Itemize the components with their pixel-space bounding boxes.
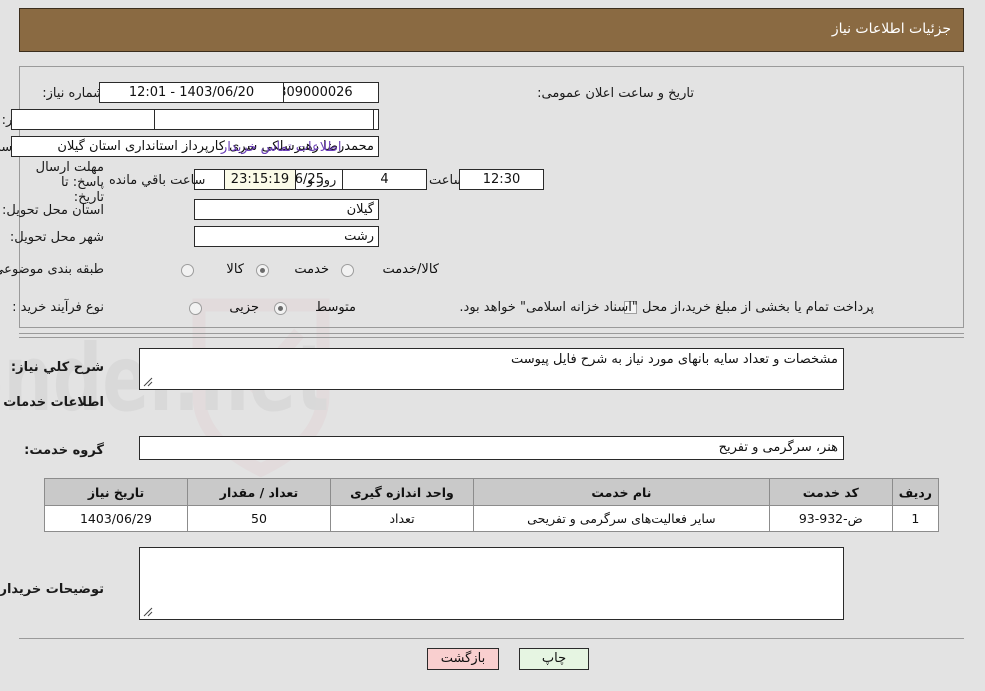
service-group-value-box[interactable]: هنر، سرگرمی و تفریح — [140, 436, 845, 460]
deadline-label: مهلت ارسال پاسخ: تا تاریخ: — [36, 160, 105, 205]
table-row: 1 ض-932-93 سایر فعالیت‌های سرگرمی و تفری… — [45, 505, 941, 532]
delivery-province-label: استان محل تحویل: — [3, 203, 105, 218]
service-group-label: گروه خدمت: — [25, 443, 105, 458]
delivery-city-value: رشت — [195, 226, 380, 247]
back-button[interactable]: بازگشت — [428, 648, 500, 670]
general-desc-value: مشخصات و تعداد سایه بانهای مورد نیاز به … — [511, 352, 839, 367]
cell-quantity: 50 — [188, 505, 332, 532]
announce-datetime-value: 1403/06/20 - 12:01 — [100, 82, 285, 103]
general-desc-textarea[interactable]: مشخصات و تعداد سایه بانهای مورد نیاز به … — [140, 348, 845, 390]
cell-need-date: 1403/06/29 — [45, 505, 189, 532]
services-heading: اطلاعات خدمات مورد نیاز — [0, 395, 105, 410]
panel-divider-2 — [20, 337, 965, 338]
islamic-treasury-note-text: پرداخت تمام یا بخشی از مبلغ خرید،از محل … — [460, 300, 875, 315]
buyer-org-value-secondary — [155, 109, 375, 130]
deadline-days-suffix: روز و — [308, 173, 338, 188]
deadline-countdown-suffix: ساعت باقي مانده — [110, 173, 207, 188]
services-table: ردیف کد خدمت نام خدمت واحد اندازه گیری ت… — [45, 478, 941, 532]
buyer-contact-link[interactable]: اطلاعات تماس خریدار — [222, 140, 342, 155]
deadline-time-value: 12:30 — [460, 169, 545, 190]
announce-datetime-label: تاریخ و ساعت اعلان عمومی: — [538, 86, 695, 101]
need-number-label: شماره نیاز: — [43, 86, 105, 101]
buyer-notes-textarea[interactable] — [140, 547, 845, 620]
radio-category-kala[interactable] — [182, 264, 195, 277]
buyer-notes-label: توضیحات خریدار: — [0, 582, 105, 597]
delivery-province-value: گیلان — [195, 199, 380, 220]
page-title: جزئیات اطلاعات نیاز — [832, 21, 952, 37]
deadline-days-value: 4 — [343, 169, 428, 190]
panel-divider — [20, 333, 965, 334]
cell-service-name: سایر فعالیت‌های سرگرمی و تفریحی — [474, 505, 771, 532]
radio-category-khedmat[interactable] — [257, 264, 270, 277]
general-desc-label: شرح کلي نیاز: — [11, 360, 105, 375]
radio-process-jozi-label: جزیی — [230, 300, 260, 315]
print-button[interactable]: چاپ — [520, 648, 590, 670]
footer-divider — [20, 638, 965, 639]
th-row-no: ردیف — [892, 478, 941, 506]
page-header-bar: جزئیات اطلاعات نیاز — [20, 8, 965, 52]
cell-row-no: 1 — [892, 505, 941, 532]
th-service-code: کد خدمت — [769, 478, 894, 506]
radio-category-kala-khedmat-label: کالا/خدمت — [383, 262, 440, 277]
purchase-process-label: نوع فرآیند خرید : — [13, 300, 105, 315]
radio-process-motavaset[interactable] — [275, 302, 288, 315]
th-service-name: نام خدمت — [474, 478, 771, 506]
th-unit: واحد اندازه گیری — [331, 478, 475, 506]
radio-process-motavaset-label: متوسط — [316, 300, 357, 315]
need-summary-panel — [20, 66, 965, 328]
delivery-city-label: شهر محل تحویل: — [10, 230, 105, 245]
radio-process-jozi[interactable] — [190, 302, 203, 315]
resize-grip-icon-2[interactable] — [143, 606, 155, 618]
th-need-date: تاریخ نیاز — [45, 478, 189, 506]
cell-service-code: ض-932-93 — [769, 505, 894, 532]
cell-unit: تعداد — [331, 505, 475, 532]
radio-category-khedmat-label: خدمت — [295, 262, 330, 277]
deadline-countdown-value: 23:15:19 — [225, 169, 297, 190]
radio-category-kala-label: کالا — [227, 262, 245, 277]
category-label: طبقه بندی موضوعی: — [0, 262, 105, 277]
resize-grip-icon[interactable] — [143, 376, 155, 388]
radio-category-kala-khedmat[interactable] — [342, 264, 355, 277]
service-group-value: هنر، سرگرمی و تفریح — [719, 440, 839, 455]
th-quantity: تعداد / مقدار — [188, 478, 332, 506]
table-header-row: ردیف کد خدمت نام خدمت واحد اندازه گیری ت… — [45, 478, 941, 506]
